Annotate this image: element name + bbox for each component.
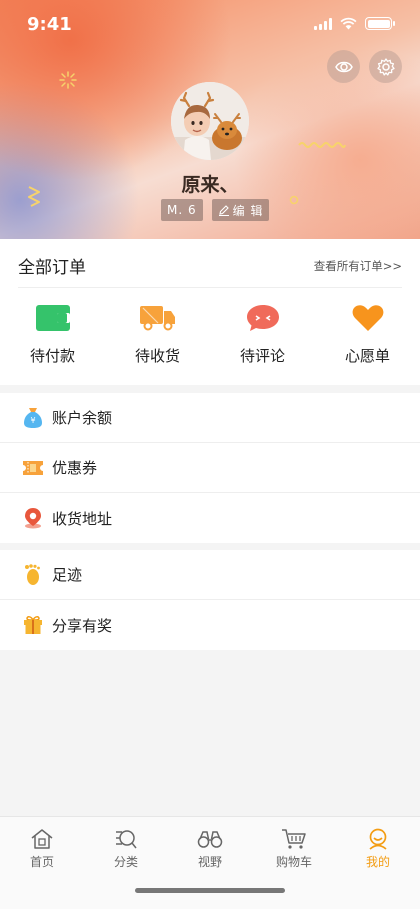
menu-item-coupons-label: 优惠券 xyxy=(52,459,98,477)
heart-icon xyxy=(352,305,383,331)
tab-profile-label: 我的 xyxy=(365,855,390,869)
comment-icon xyxy=(246,305,279,331)
tab-category[interactable]: 分类 xyxy=(84,817,168,873)
user-name: 原来、 xyxy=(181,174,239,196)
tab-cart-label: 购物车 xyxy=(275,855,312,869)
status-bar: 9:41 xyxy=(0,0,420,50)
menu-item-balance-label: 账户余额 xyxy=(52,409,113,427)
orders-card: 全部订单 查看所有订单>> 待付款 待收货 待评论 心愿单 xyxy=(0,239,420,385)
menu-group-account: ¥ 账户余额 优惠券 收货地址 xyxy=(0,393,420,543)
order-wishlist-label: 心愿单 xyxy=(344,347,390,365)
wifi-icon xyxy=(340,17,357,30)
view-all-orders-link[interactable]: 查看所有订单>> xyxy=(314,258,402,274)
status-time: 9:41 xyxy=(27,14,72,35)
tab-vision-label: 视野 xyxy=(197,855,222,869)
svg-text:¥: ¥ xyxy=(30,416,35,425)
status-icons xyxy=(314,17,395,30)
menu-item-share-rewards[interactable]: 分享有奖 xyxy=(0,600,420,650)
avatar[interactable] xyxy=(171,82,249,160)
location-pin-icon xyxy=(25,508,41,529)
profile-icon xyxy=(369,828,387,850)
order-pending-review[interactable]: 待评论 xyxy=(210,301,315,366)
orders-header: 全部订单 查看所有订单>> xyxy=(18,239,402,288)
menu-group-extra: 足迹 分享有奖 xyxy=(0,550,420,650)
tab-cart[interactable]: 购物车 xyxy=(252,817,336,873)
menu-item-footprints-label: 足迹 xyxy=(52,566,83,584)
gear-icon xyxy=(376,57,395,76)
tab-bar: 首页 分类 视野 购物车 我的 xyxy=(0,816,420,909)
truck-icon xyxy=(139,306,175,331)
scan-eye-icon xyxy=(334,61,353,72)
category-search-icon xyxy=(116,830,137,849)
edit-profile-label: 编 辑 xyxy=(232,203,264,218)
profile-badges: M. 6 编 辑 xyxy=(161,199,270,221)
tab-vision[interactable]: 视野 xyxy=(168,817,252,873)
order-wishlist[interactable]: 心愿单 xyxy=(315,301,420,366)
cart-icon xyxy=(282,829,306,849)
money-bag-icon: ¥ xyxy=(24,407,42,428)
menu-item-coupons[interactable]: 优惠券 xyxy=(0,443,420,493)
battery-icon xyxy=(365,17,395,30)
coupon-icon xyxy=(23,460,43,475)
order-pending-payment-label: 待付款 xyxy=(29,347,75,365)
profile-page: 9:41 原来、 M. 6 编 辑 全部订单 查看所有订单>> 待付款 待收货 … xyxy=(0,0,420,909)
wave-decoration xyxy=(298,142,346,148)
menu-item-balance[interactable]: ¥ 账户余额 xyxy=(0,393,420,443)
menu-item-address[interactable]: 收货地址 xyxy=(0,493,420,543)
gift-icon xyxy=(24,616,42,634)
pencil-icon xyxy=(218,205,229,216)
menu-item-footprints[interactable]: 足迹 xyxy=(0,550,420,600)
settings-button[interactable] xyxy=(369,50,402,83)
profile-header: 9:41 原来、 M. 6 编 辑 xyxy=(0,0,420,239)
menu-item-address-label: 收货地址 xyxy=(52,509,113,528)
tab-category-label: 分类 xyxy=(113,855,138,869)
tab-home-label: 首页 xyxy=(29,855,54,869)
binoculars-icon xyxy=(197,831,223,848)
wallet-icon xyxy=(35,305,70,331)
tab-home[interactable]: 首页 xyxy=(0,817,84,873)
order-pending-receipt[interactable]: 待收货 xyxy=(105,301,210,366)
scan-button[interactable] xyxy=(327,50,360,83)
order-status-list: 待付款 待收货 待评论 心愿单 xyxy=(0,301,420,366)
member-level-badge: M. 6 xyxy=(161,199,203,221)
home-indicator xyxy=(135,888,285,893)
home-icon xyxy=(31,829,53,849)
order-pending-receipt-label: 待收货 xyxy=(134,347,180,365)
edit-profile-button[interactable]: 编 辑 xyxy=(211,199,270,221)
menu-item-share-rewards-label: 分享有奖 xyxy=(52,616,113,635)
order-pending-payment[interactable]: 待付款 xyxy=(0,301,105,366)
sparkle-icon xyxy=(59,71,77,89)
signal-icon xyxy=(314,17,332,30)
avatar-image xyxy=(171,82,249,160)
footprint-icon xyxy=(25,563,40,585)
tab-profile[interactable]: 我的 xyxy=(336,817,420,873)
orders-title: 全部订单 xyxy=(18,258,86,278)
order-pending-review-label: 待评论 xyxy=(239,347,285,365)
